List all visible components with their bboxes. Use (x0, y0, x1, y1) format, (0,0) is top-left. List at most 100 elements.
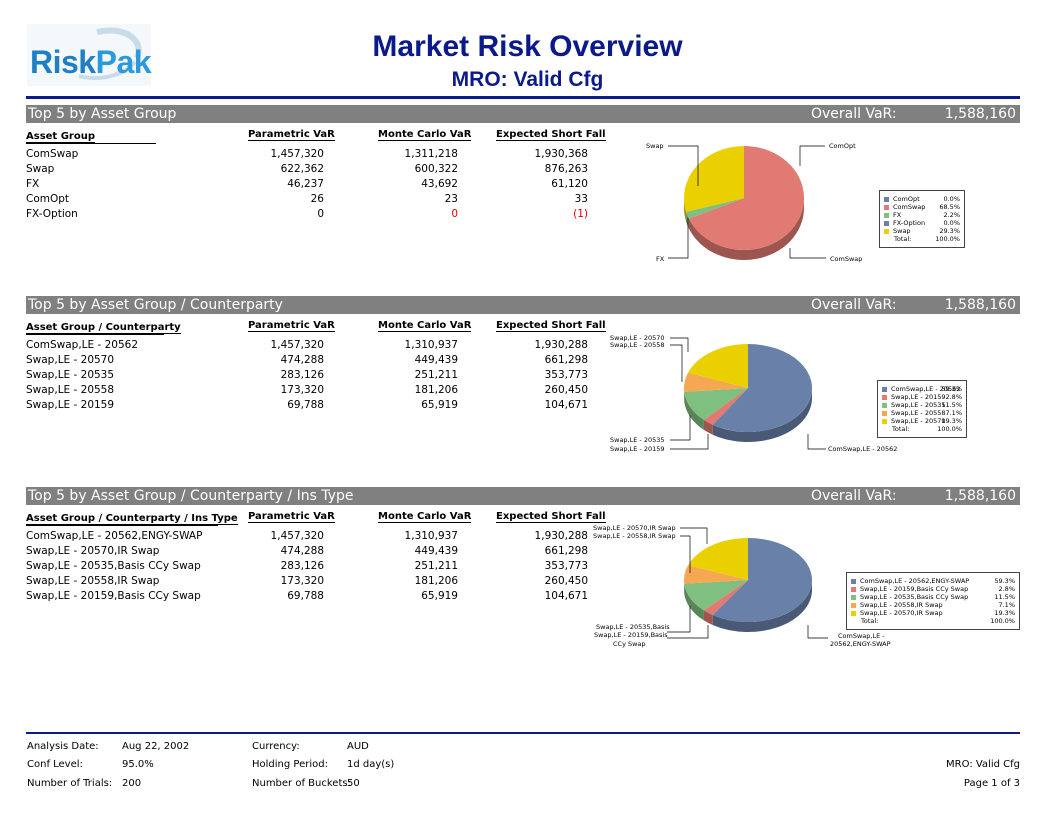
table-row: Swap,LE - 20570 474,288 449,439 661,298 (26, 354, 606, 369)
cell-montecarlo: 449,439 (414, 545, 458, 557)
legend-item: Swap 29.3% (884, 227, 960, 235)
cell-parametric: 1,457,320 (270, 530, 324, 542)
leader-line (807, 434, 826, 450)
pie-label: ComSwap,LE - 20562 (828, 445, 897, 453)
cell-parametric: 283,126 (280, 369, 324, 381)
cell-name: Swap,LE - 20570 (26, 354, 115, 366)
leader-line (670, 434, 709, 450)
legend-pct: 11.5% (994, 593, 1015, 601)
pie-chart-counterparty: Swap,LE - 20570 Swap,LE - 20558 Swap,LE … (610, 334, 897, 453)
legend-swatch (884, 220, 889, 226)
legend-label: Swap,LE - 20535,Basis CCy Swap (860, 593, 969, 601)
col-header-esf: Expected Short Fall (496, 129, 606, 141)
pie-label: ComSwap,LE - (838, 632, 885, 640)
legend-item: ComSwap,LE - 20562,ENGY-SWAP 59.3% (851, 577, 1015, 585)
table-counterparty: Asset Group / Counterparty Parametric Va… (26, 320, 606, 422)
legend-pct: 2.8% (945, 393, 962, 401)
cell-montecarlo: 251,211 (414, 369, 458, 381)
legend-pct: 19.3% (994, 609, 1015, 617)
cell-name: Swap,LE - 20159,Basis CCy Swap (26, 590, 201, 602)
cell-esf: 33 (574, 193, 588, 205)
leader-line (799, 145, 825, 166)
legend-pct: 59.3% (994, 577, 1015, 585)
table-row: ComSwap,LE - 20562,ENGY-SWAP 1,457,320 1… (26, 530, 606, 545)
legend-pct: 68.5% (939, 203, 960, 211)
cell-esf: (1) (573, 208, 588, 220)
cell-name: Swap,LE - 20535 (26, 369, 115, 381)
cell-esf: 1,930,288 (534, 339, 588, 351)
cell-name: Swap (26, 163, 55, 175)
pie-label: CCy Swap (613, 640, 646, 648)
table-row: Swap,LE - 20570,IR Swap 474,288 449,439 … (26, 545, 606, 560)
legend-swatch (851, 594, 856, 600)
legend-label: ComOpt (893, 195, 920, 203)
section-band-ins-type: Top 5 by Asset Group / Counterparty / In… (26, 487, 1020, 505)
pie-label: Swap,LE - 20558,IR Swap (593, 532, 676, 540)
pie-label: Swap (646, 142, 664, 150)
legend-swatch (851, 610, 856, 616)
cell-name: ComSwap,LE - 20562 (26, 339, 139, 351)
legend-pct: 59.3% (941, 385, 962, 393)
section-title: Top 5 by Asset Group / Counterparty (28, 297, 283, 313)
legend-item: ComSwap,LE - 20562 59.3% (882, 385, 962, 393)
pie-legend: ComSwap,LE - 20562,ENGY-SWAP 59.3% Swap,LE… (846, 572, 1020, 630)
leader-line (667, 606, 691, 633)
pie-label: Swap,LE - 20558 (610, 341, 665, 349)
cell-esf: 61,120 (551, 178, 588, 190)
header-divider (26, 96, 1020, 99)
table-ins-type: Asset Group / Counterparty / Ins Type Pa… (26, 511, 606, 613)
leader-line (670, 344, 683, 382)
overall-var-label: Overall VaR: (811, 106, 897, 122)
legend-item: Swap,LE - 20570 19.3% (882, 417, 962, 425)
legend-label: ComSwap (893, 203, 926, 211)
cell-montecarlo: 65,919 (421, 590, 458, 602)
table-asset-group: Asset Group Parametric VaR Monte Carlo V… (26, 129, 606, 231)
cell-montecarlo: 1,311,218 (404, 148, 458, 160)
table-row: Swap,LE - 20535,Basis CCy Swap 283,126 2… (26, 560, 606, 575)
overall-var-value: 1,588,160 (944, 297, 1016, 313)
cell-esf: 1,930,368 (534, 148, 588, 160)
page-title: Market Risk Overview (372, 30, 683, 63)
legend-pct: 11.5% (941, 401, 962, 409)
cell-montecarlo: 449,439 (414, 354, 458, 366)
legend-swatch (851, 586, 856, 592)
col-header-parametric: Parametric VaR (248, 129, 335, 141)
page-number: Page 1 of 3 (963, 778, 1020, 789)
legend-swatch (884, 228, 889, 234)
section-band-counterparty: Top 5 by Asset Group / Counterparty Over… (26, 296, 1020, 314)
pie-label: 20562,ENGY-SWAP (830, 640, 891, 648)
section-title: Top 5 by Asset Group (28, 106, 177, 122)
legend-total-label: Total: (892, 425, 910, 433)
pie-label: Swap,LE - 20535 (610, 436, 665, 444)
cell-name: Swap,LE - 20558 (26, 384, 115, 396)
cell-esf: 104,671 (544, 399, 588, 411)
cell-parametric: 283,126 (280, 560, 324, 572)
conf-level-label: Conf Level: (27, 759, 83, 770)
cell-parametric: 26 (310, 193, 324, 205)
cell-parametric: 474,288 (280, 354, 324, 366)
legend-pct: 7.1% (998, 601, 1015, 609)
col-header-montecarlo: Monte Carlo VaR (378, 511, 472, 523)
table-row: Swap,LE - 20159,Basis CCy Swap 69,788 65… (26, 590, 606, 605)
legend-item: ComOpt 0.0% (884, 195, 960, 203)
legend-pct: 29.3% (939, 227, 960, 235)
pie-label: Swap,LE - 20570,IR Swap (593, 524, 676, 532)
overall-var-value: 1,588,160 (944, 488, 1016, 504)
cell-name: Swap,LE - 20570,IR Swap (26, 545, 160, 557)
table-row: ComSwap 1,457,320 1,311,218 1,930,368 (26, 148, 606, 163)
legend-swatch (884, 204, 889, 210)
legend-item: Swap,LE - 20159 2.8% (882, 393, 962, 401)
cell-name: FX-Option (26, 208, 78, 220)
buckets-label: Number of Buckets: (252, 778, 351, 789)
legend-swatch (882, 402, 887, 408)
legend-total-value: 100.0% (937, 425, 962, 433)
legend-item: Swap,LE - 20159,Basis CCy Swap 2.8% (851, 585, 1015, 593)
legend-item: Swap,LE - 20570,IR Swap 19.3% (851, 609, 1015, 617)
pie-label: Swap,LE - 20159 (610, 445, 665, 453)
pie-chart-asset-group: Swap ComOpt FX ComSwap (646, 142, 862, 263)
cell-parametric: 46,237 (287, 178, 324, 190)
col-header-name: Asset Group (26, 131, 95, 143)
cell-esf: 353,773 (544, 560, 588, 572)
legend-item: FX-Option 0.0% (884, 219, 960, 227)
legend-total-value: 100.0% (935, 235, 960, 243)
